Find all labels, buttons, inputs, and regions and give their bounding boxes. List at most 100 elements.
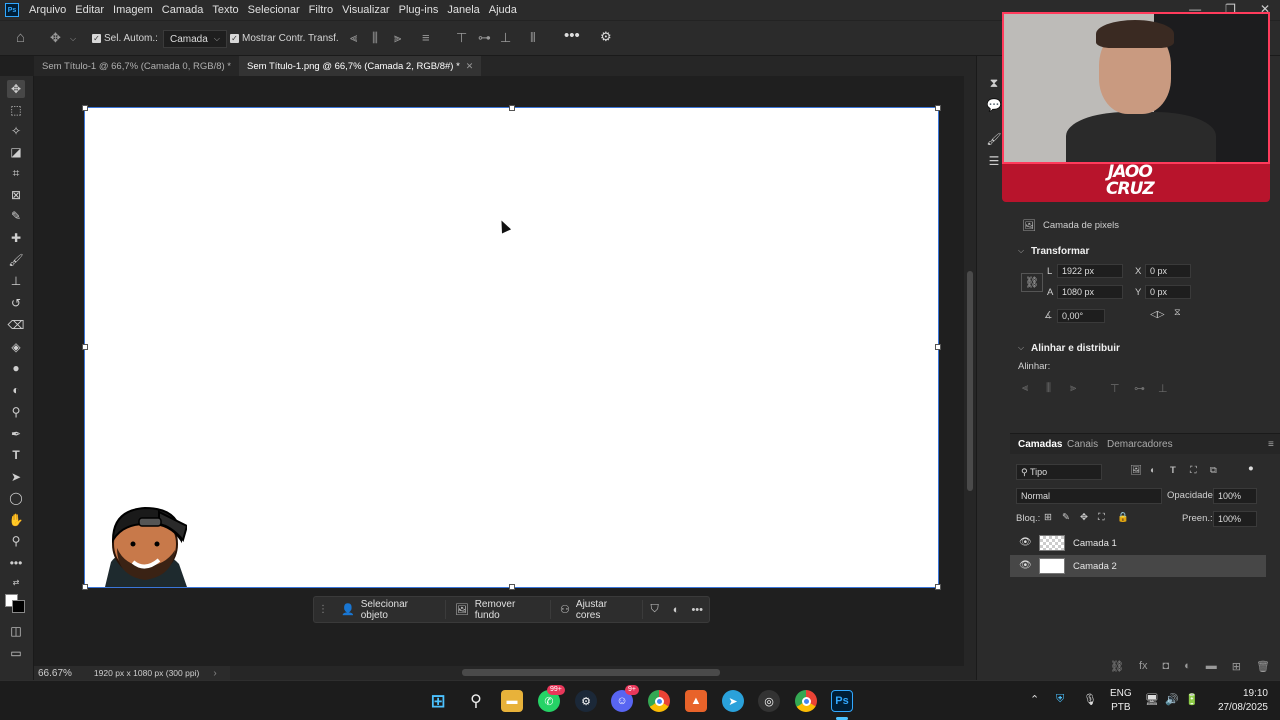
- history-brush-tool-icon[interactable]: ↺: [7, 294, 25, 312]
- swap-colors-icon[interactable]: ⇄: [7, 574, 25, 592]
- layer-row-camada-2[interactable]: 👁 Camada 2: [1010, 555, 1266, 577]
- layer-row-camada-1[interactable]: 👁 Camada 1: [1010, 532, 1266, 554]
- transform-handle[interactable]: [935, 344, 941, 350]
- defender-icon[interactable]: ⛨: [1056, 693, 1064, 706]
- align-left-icon[interactable]: ⫷: [350, 31, 357, 45]
- tab-canais[interactable]: Canais: [1067, 439, 1098, 450]
- scroll-thumb[interactable]: [462, 669, 720, 676]
- panel-menu-icon[interactable]: ≡: [1268, 439, 1274, 450]
- align-middle-icon[interactable]: ⊶: [478, 31, 491, 45]
- frame-select-tool-icon[interactable]: ◪: [7, 143, 25, 161]
- frame-tool-icon[interactable]: ⊠: [7, 186, 25, 204]
- transform-handle[interactable]: [82, 105, 88, 111]
- path-select-tool-icon[interactable]: ➤: [7, 468, 25, 486]
- adjustment-icon[interactable]: ◐: [667, 604, 686, 616]
- auto-select-target-select[interactable]: Camada ⌵: [163, 30, 227, 48]
- align-bottom-icon[interactable]: ⊥: [500, 31, 511, 45]
- transform-handle[interactable]: [82, 584, 88, 590]
- move-tool-icon[interactable]: ✥: [50, 31, 61, 45]
- chevron-up-icon[interactable]: ⌃: [1030, 693, 1039, 706]
- vertical-scrollbar[interactable]: [964, 76, 976, 666]
- more-tools-icon[interactable]: •••: [7, 554, 25, 572]
- transform-section-title[interactable]: Transformar: [1031, 246, 1089, 257]
- blur-tool-icon[interactable]: ●: [7, 359, 25, 377]
- align-center-icon[interactable]: ⫼: [372, 31, 378, 45]
- network-icon[interactable]: 🖥: [1145, 693, 1159, 706]
- crop-tool-icon[interactable]: ⌗: [7, 164, 25, 182]
- steam-icon[interactable]: ⚙: [575, 690, 597, 712]
- home-icon[interactable]: ⌂: [16, 30, 25, 45]
- telegram-icon[interactable]: ➤: [722, 690, 744, 712]
- menu-ajuda[interactable]: Ajuda: [489, 0, 517, 20]
- close-icon[interactable]: ✕: [466, 61, 474, 72]
- lock-transparency-icon[interactable]: ⊞: [1044, 512, 1052, 523]
- align-top-icon[interactable]: ⊤: [1110, 382, 1120, 395]
- align-middle-icon[interactable]: ⊶: [1134, 382, 1145, 395]
- show-transform-checkbox[interactable]: ✓: [230, 34, 239, 43]
- lock-pixels-icon[interactable]: ✎: [1062, 512, 1070, 523]
- delete-layer-icon[interactable]: 🗑: [1256, 660, 1270, 673]
- background-color-swatch[interactable]: [12, 600, 25, 613]
- brush-tool-icon[interactable]: 🖌: [7, 251, 25, 269]
- healing-brush-tool-icon[interactable]: ✚: [7, 229, 25, 247]
- battery-icon[interactable]: 🔋: [1185, 693, 1199, 706]
- comments-icon[interactable]: 💬: [985, 96, 1003, 114]
- menu-filtro[interactable]: Filtro: [309, 0, 333, 20]
- opacity-field[interactable]: 100%: [1213, 488, 1257, 504]
- transform-handle[interactable]: [935, 584, 941, 590]
- system-clock[interactable]: 19:10 27/08/2025: [1218, 687, 1268, 715]
- windows-start-icon[interactable]: ⊞: [427, 690, 449, 712]
- transform-handle[interactable]: [82, 344, 88, 350]
- brush-settings-icon[interactable]: 🖌: [985, 130, 1003, 148]
- quick-mask-icon[interactable]: ◫: [7, 622, 25, 640]
- tab-demarcadores[interactable]: Demarcadores: [1107, 439, 1173, 450]
- document-canvas[interactable]: [82, 105, 941, 590]
- menu-plugins[interactable]: Plug-ins: [399, 0, 439, 20]
- paint-bucket-tool-icon[interactable]: ◈: [7, 338, 25, 356]
- zoom-level[interactable]: 66.67%: [38, 668, 72, 679]
- filter-shape-icon[interactable]: ⛶: [1190, 465, 1197, 476]
- menu-visualizar[interactable]: Visualizar: [342, 0, 390, 20]
- scroll-thumb[interactable]: [967, 271, 973, 491]
- file-explorer-icon[interactable]: ▬: [501, 690, 523, 712]
- chrome-icon[interactable]: [648, 690, 670, 712]
- link-layers-icon[interactable]: ⛓: [1110, 660, 1124, 673]
- blend-mode-select[interactable]: Normal: [1016, 488, 1162, 504]
- search-icon[interactable]: ⚲: [465, 690, 487, 712]
- menu-selecionar[interactable]: Selecionar: [248, 0, 300, 20]
- menu-editar[interactable]: Editar: [75, 0, 104, 20]
- marquee-tool-icon[interactable]: ⬚: [7, 101, 25, 119]
- canvas-workspace[interactable]: [34, 76, 964, 666]
- align-right-icon[interactable]: ⫸: [394, 31, 401, 45]
- screen-mode-icon[interactable]: ▭: [7, 644, 25, 662]
- filter-adjustment-icon[interactable]: ◐: [1150, 465, 1156, 476]
- filter-type-icon[interactable]: T: [1170, 465, 1176, 476]
- adjustments-icon[interactable]: ☰: [985, 152, 1003, 170]
- object-select-tool-icon[interactable]: ✧: [7, 122, 25, 140]
- tool-preset-chevron-icon[interactable]: ⌵: [70, 32, 76, 46]
- obs-icon[interactable]: ◎: [758, 690, 780, 712]
- stamp-tool-icon[interactable]: ⊥: [7, 272, 25, 290]
- history-icon[interactable]: ⧗: [985, 74, 1003, 92]
- chevron-down-icon[interactable]: ⌵: [1018, 246, 1024, 256]
- transform-handle[interactable]: [509, 584, 515, 590]
- volume-icon[interactable]: 🔊: [1165, 693, 1179, 706]
- type-tool-icon[interactable]: T: [7, 446, 25, 464]
- eraser-tool-icon[interactable]: ⌫: [7, 316, 25, 334]
- lock-artboard-icon[interactable]: ⛶: [1098, 512, 1105, 523]
- chevron-down-icon[interactable]: ⌵: [1018, 343, 1024, 353]
- pen-tool-icon[interactable]: ✒: [7, 425, 25, 443]
- adjust-colors-button[interactable]: ⚇ Ajustar cores: [551, 599, 643, 621]
- microphone-icon[interactable]: 🎙: [1083, 693, 1097, 706]
- distribute-vertical-icon[interactable]: ⦀: [530, 31, 536, 45]
- align-section-title[interactable]: Alinhar e distribuir: [1031, 343, 1120, 354]
- lock-position-icon[interactable]: ✥: [1080, 512, 1088, 523]
- menu-janela[interactable]: Janela: [447, 0, 479, 20]
- x-field[interactable]: 0 px: [1145, 264, 1191, 278]
- menu-arquivo[interactable]: Arquivo: [29, 0, 66, 20]
- filter-smart-object-icon[interactable]: ⧉: [1210, 465, 1217, 476]
- tab-document-2[interactable]: Sem Título-1.png @ 66,7% (Camada 2, RGB/…: [239, 56, 482, 76]
- more-options-icon[interactable]: •••: [564, 28, 580, 43]
- align-top-icon[interactable]: ⊤: [456, 31, 467, 45]
- select-object-button[interactable]: 👤 Selecionar objeto: [332, 599, 446, 621]
